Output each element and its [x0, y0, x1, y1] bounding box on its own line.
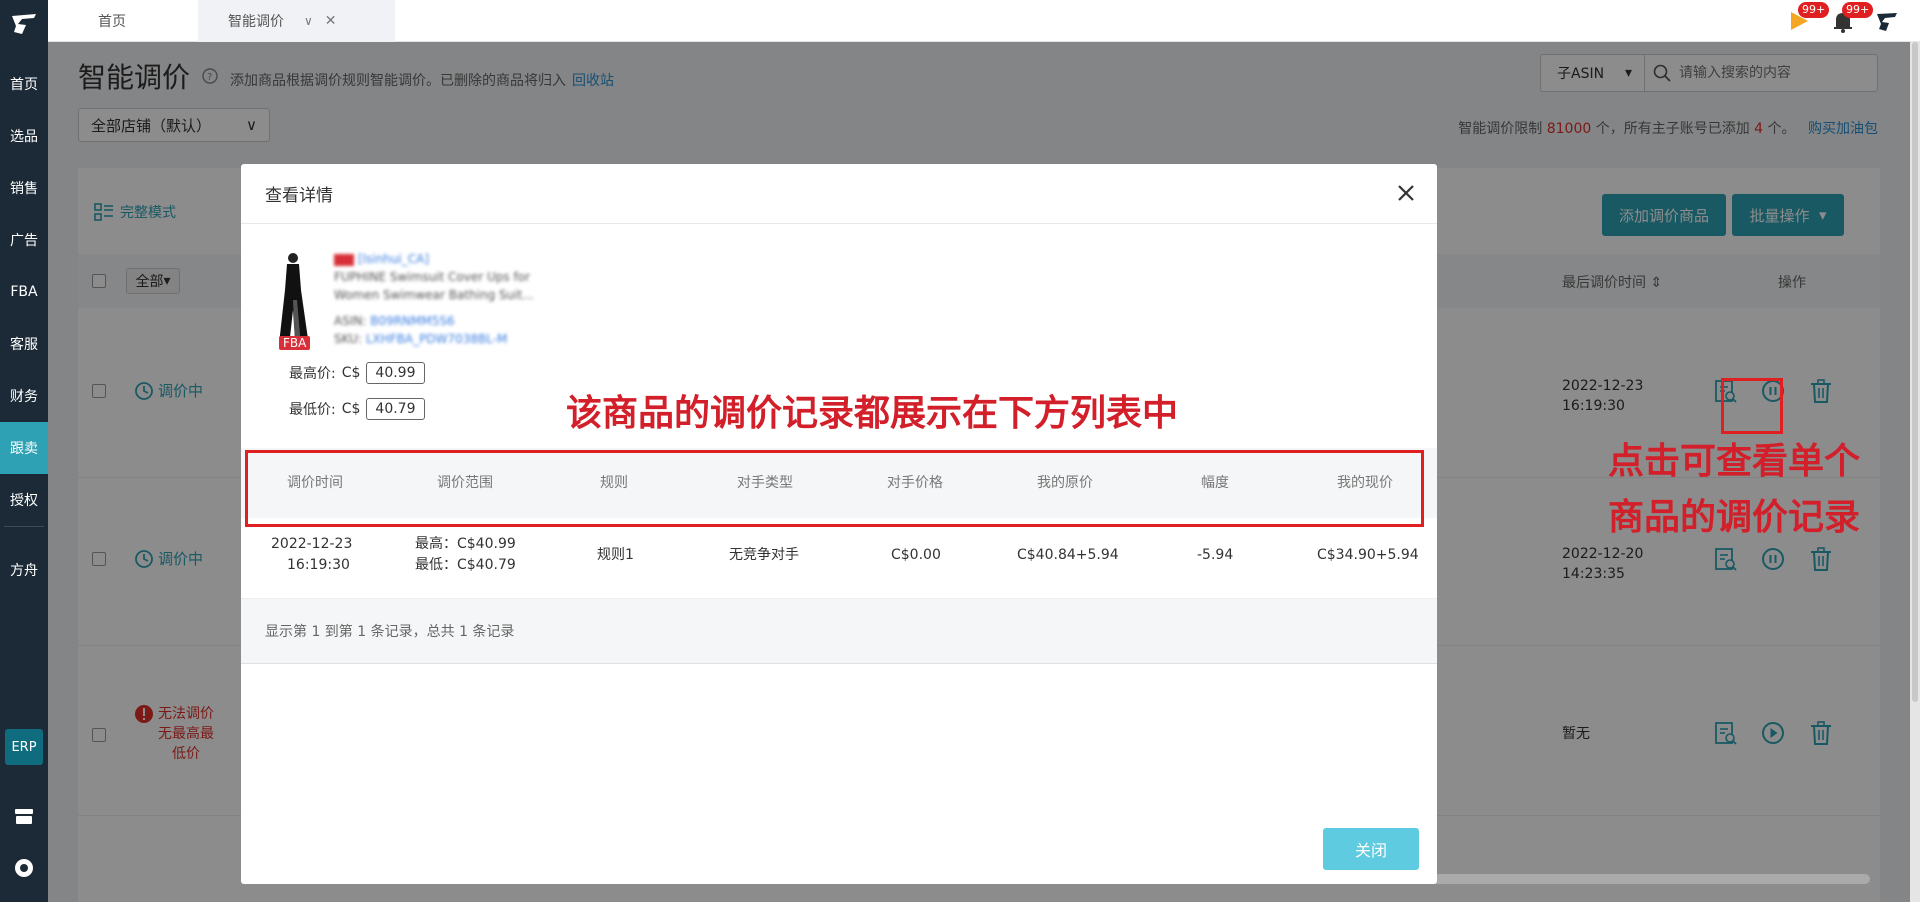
sidebar: 首页 选品 销售 广告 FBA 客服 财务 跟卖 授权 方舟 ERP — [0, 0, 48, 902]
record-rival-price: C$0.00 — [891, 547, 941, 563]
product-image — [279, 253, 309, 346]
min-price-row: 最低价: C$ 40.79 — [289, 398, 425, 420]
annotation-table-highlight — [245, 450, 1424, 527]
sku-label: SKU: — [334, 332, 362, 346]
tab-label: 智能调价 — [228, 14, 284, 30]
record-current-price: C$34.90+5.94 — [1317, 547, 1419, 563]
max-price-currency: C$ — [341, 365, 361, 381]
erp-button[interactable]: ERP — [5, 729, 43, 765]
sidebar-divider — [4, 526, 44, 527]
max-price-row: 最高价: C$ 40.99 — [289, 362, 425, 384]
flag-badge: 99+ — [1798, 2, 1830, 18]
product-sku: SKU: LXHFBA_PDW7038BL-M — [334, 330, 534, 348]
product-asin: ASIN: B09RNMM5S6 — [334, 312, 534, 330]
sidebar-item-sales[interactable]: 销售 — [0, 162, 48, 214]
close-button[interactable]: 关闭 — [1323, 828, 1419, 870]
sidebar-item-selection[interactable]: 选品 — [0, 110, 48, 162]
annotation-right: 点击可查看单个 商品的调价记录 — [1540, 434, 1860, 546]
record-range-high: 最高：C$40.99 — [415, 536, 516, 552]
store-name[interactable]: [lsinhui_CA] — [358, 252, 429, 266]
product-store: [lsinhui_CA] — [334, 250, 534, 268]
close-icon[interactable] — [1395, 182, 1417, 204]
record-rule: 规则1 — [597, 547, 634, 563]
close-tab-icon[interactable]: ✕ — [325, 13, 337, 29]
user-avatar[interactable] — [1874, 8, 1900, 34]
sidebar-item-service[interactable]: 客服 — [0, 318, 48, 370]
chevron-down-icon[interactable]: ∨ — [304, 14, 313, 28]
record-range-low: 最低：C$40.79 — [415, 557, 516, 573]
tab-home[interactable]: 首页 — [98, 0, 126, 42]
sku-value: LXHFBA_PDW7038BL-M — [365, 332, 508, 346]
min-price-currency: C$ — [341, 401, 361, 417]
asin-label: ASIN: — [334, 314, 367, 328]
min-price-label: 最低价: — [289, 402, 336, 418]
tab-smart-pricing[interactable]: 智能调价 ∨ ✕ — [198, 0, 395, 42]
vertical-scrollbar[interactable] — [1910, 42, 1920, 902]
record-original-price: C$40.84+5.94 — [1017, 547, 1119, 563]
sidebar-item-ads[interactable]: 广告 — [0, 214, 48, 266]
sidebar-item-follow-sell[interactable]: 跟卖 — [0, 422, 48, 474]
top-icons: 99+ 99+ — [1786, 2, 1900, 36]
top-bar: 首页 智能调价 ∨ ✕ 99+ 99+ — [48, 0, 1920, 42]
modal-title: 查看详情 — [265, 186, 333, 206]
avatar-icon — [1877, 13, 1897, 31]
annotation-icon-highlight — [1721, 378, 1783, 434]
support-icon[interactable] — [12, 856, 36, 880]
sidebar-item-auth[interactable]: 授权 — [0, 474, 48, 526]
pagination-info: 显示第 1 到第 1 条记录，总共 1 条记录 — [241, 598, 1437, 664]
record-rival-type: 无竞争对手 — [729, 547, 799, 563]
app-logo-icon[interactable] — [8, 8, 40, 40]
fba-badge: FBA — [279, 336, 311, 350]
sidebar-item-ark[interactable]: 方舟 — [0, 544, 48, 596]
flag-notification[interactable]: 99+ — [1786, 2, 1830, 34]
annotation-center: 该商品的调价记录都展示在下方列表中 — [566, 393, 1179, 434]
product-title-line: Women Swimwear Bathing Suit... — [334, 288, 534, 302]
sidebar-item-finance[interactable]: 财务 — [0, 370, 48, 422]
store-icon[interactable] — [12, 804, 36, 828]
modal-header: 查看详情 — [241, 164, 1437, 224]
canada-flag-icon — [334, 253, 354, 266]
record-time: 16:19:30 — [287, 557, 350, 573]
record-date: 2022-12-23 — [271, 536, 353, 552]
annotation-right-line: 点击可查看单个 — [1607, 441, 1860, 482]
sidebar-item-home[interactable]: 首页 — [0, 58, 48, 110]
sidebar-item-fba[interactable]: FBA — [0, 266, 48, 318]
max-price-label: 最高价: — [289, 366, 336, 382]
bell-notification[interactable]: 99+ — [1830, 2, 1874, 34]
max-price-value: 40.99 — [366, 362, 425, 384]
product-title-line: FUPHINE Swimsuit Cover Ups for — [334, 270, 530, 284]
product-info: [lsinhui_CA] FUPHINE Swimsuit Cover Ups … — [334, 250, 534, 348]
annotation-right-line: 商品的调价记录 — [1607, 497, 1860, 538]
min-price-value: 40.79 — [366, 398, 425, 420]
record-change: -5.94 — [1197, 547, 1234, 563]
scrollbar-thumb[interactable] — [1912, 42, 1918, 702]
bell-badge: 99+ — [1842, 2, 1874, 18]
asin-value[interactable]: B09RNMM5S6 — [370, 314, 454, 328]
